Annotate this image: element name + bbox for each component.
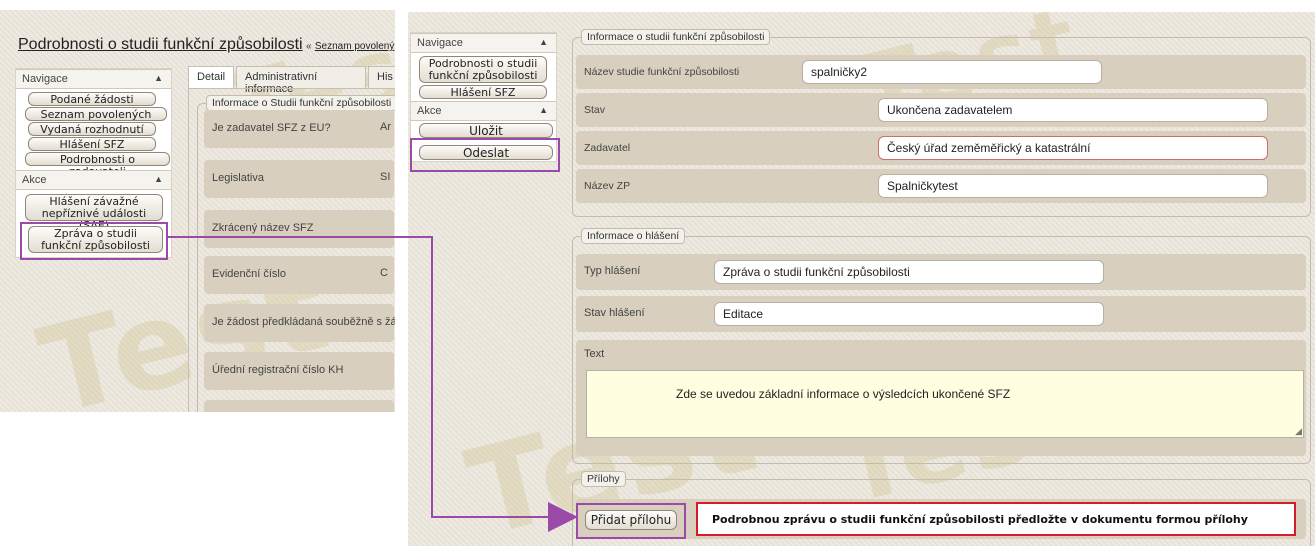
actions-header[interactable]: Akce ▲ [16,170,171,190]
resize-grip-icon[interactable]: ◢ [1295,426,1302,437]
section-legend: Informace o Studii funkční způsobilosti [206,95,395,111]
report-text-area[interactable]: Zde se uvedou základní informace o výsle… [586,370,1304,438]
field-label: Úřední registrační číslo KH [212,364,344,376]
report-legend: Informace o hlášení [581,228,686,244]
field-value[interactable]: spalničky2 [802,60,1102,84]
field-value[interactable] [380,311,395,333]
attachments-legend: Přílohy [581,471,626,487]
field-value[interactable]: Spalničkytest [878,174,1268,198]
field-value[interactable]: Ukončena zadavatelem [878,98,1268,122]
field-value[interactable]: C [380,263,395,285]
collapse-icon: ▲ [154,73,163,83]
form-row: Je žádost předkládaná souběžně s žád [204,304,395,342]
field-label: Stav hlášení [584,307,645,319]
attachment-note-box: Podrobnou zprávu o studii funkční způsob… [696,502,1296,536]
form-row: Zkrácený název SFZ [204,210,394,248]
field-value[interactable] [380,217,395,239]
form-row: Evidenční číslo C [204,256,394,294]
field-label: Legislativa [212,172,264,184]
actions-header[interactable]: Akce ▲ [411,101,556,121]
form-row: Stav hlášení Editace [576,296,1306,332]
form-row: Stav Ukončena zadavatelem [576,93,1306,127]
field-label: Název studie funkční způsobilosti [584,66,740,78]
front-window: Test Test Test Navigace▲ Podrobnosti o s… [408,12,1315,546]
highlight-report-action [20,222,168,260]
nav-seznam-sfz[interactable]: Seznam povolených SFZ [25,107,167,133]
save-button[interactable]: Uložit [419,123,553,138]
tab-detail[interactable]: Detail [188,66,234,88]
form-row: Legislativa SI [204,160,394,198]
form-row: Název ZP Spalničkytest [576,169,1306,203]
collapse-icon: ▲ [539,105,548,115]
form-row: Název studie funkční způsobilosti spalnič… [576,55,1306,89]
field-value[interactable] [380,359,395,381]
attachment-note: Podrobnou zprávu o studii funkční způsob… [712,513,1248,526]
nav-header[interactable]: Navigace ▲ [16,69,171,89]
form-row: Zadavatel Český úřad zeměměřický a katast… [576,131,1306,165]
collapse-icon: ▲ [539,37,548,47]
text-label: Text [584,348,605,360]
action-sae-button[interactable]: Hlášení závažné nepříznivé události (SAE… [25,194,163,232]
highlight-send [410,138,560,172]
field-label: Zkrácený název SFZ [212,222,314,234]
tab-history[interactable]: His [368,66,395,88]
nav-podane-zadosti[interactable]: Podané žádosti [28,92,156,106]
field-value[interactable]: Český úřad zeměměřický a katastrální [878,136,1268,160]
nav-vydana-rozhodnuti[interactable]: Vydaná rozhodnutí [28,122,156,136]
field-label: Zadavatel [584,142,631,154]
field-value[interactable]: Ar [380,117,395,139]
form-row: Je zadavatel SFZ z EU? Ar [204,110,394,148]
breadcrumb-link[interactable]: Seznam povolený [315,41,395,52]
field-label: Název ZP [584,180,631,192]
page-title: Podrobnosti o studii funkční způsobilost… [18,36,303,53]
field-label: Je zadavatel SFZ z EU? [212,122,331,134]
collapse-icon: ▲ [154,174,163,184]
nav-hlaseni-sfz[interactable]: Hlášení SFZ [419,85,547,99]
field-value[interactable]: SI [380,167,395,189]
tab-admin-info[interactable]: Administrativní informace [236,66,366,95]
field-label: Stav [584,104,606,116]
back-window: Test Test Podrobnosti o studii funkční z… [0,10,395,412]
nav-hlaseni-sfz[interactable]: Hlášení SFZ [28,137,156,151]
report-text-value: Zde se uvedou základní informace o výsle… [676,387,1011,401]
form-row: Oznámený subjekt10 [204,400,394,412]
form-row: Typ hlášení Zpráva o studii funkční způso… [576,254,1306,290]
field-value[interactable]: 10 [380,407,395,412]
field-label: Evidenční číslo [212,268,286,280]
text-row: Text Zde se uvedou základní informace o … [576,340,1306,456]
nav-podrobnosti-studie[interactable]: Podrobnosti o studii funkční způsobilost… [419,56,547,83]
nav-podrobnosti-zadavatel[interactable]: Podrobnosti o zadavateli [25,152,170,178]
form-row: Úřední registrační číslo KH [204,352,394,390]
field-value[interactable]: Editace [714,302,1104,326]
field-label: Je žádost předkládaná souběžně s žád [212,316,395,328]
field-label: Typ hlášení [584,265,641,277]
breadcrumb-sep: « [305,41,312,52]
nav-header[interactable]: Navigace ▲ [411,33,556,53]
page-title-wrap: Podrobnosti o studii funkční způsobilost… [18,36,395,54]
field-value[interactable]: Zpráva o studii funkční způsobilosti [714,260,1104,284]
study-legend: Informace o studii funkční způsobilosti [581,29,771,45]
highlight-add-attachment [576,503,686,539]
